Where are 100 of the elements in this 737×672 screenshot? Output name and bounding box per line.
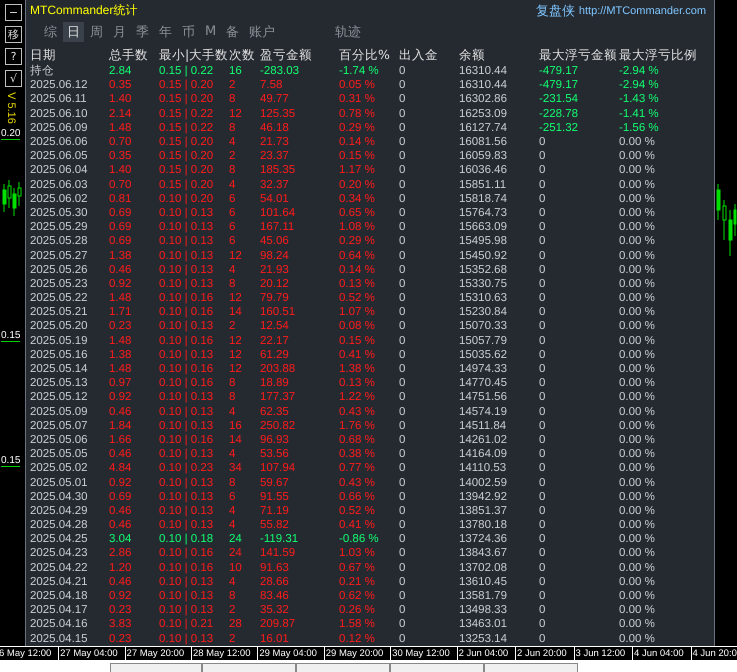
table-cell-text: 15035.62 bbox=[459, 348, 508, 362]
table-cell-text: 18.89 bbox=[260, 376, 290, 390]
table-cell-text: 2025.05.19 bbox=[30, 334, 89, 348]
table-cell-text: 0 bbox=[539, 617, 546, 632]
period-tab[interactable]: 月 bbox=[109, 22, 130, 42]
table-cell-text: 2.84 bbox=[109, 64, 132, 78]
table-cell-text: 2025.04.17 bbox=[30, 603, 89, 618]
table-cell-text: 0.46 bbox=[109, 574, 132, 589]
bottom-tab[interactable] bbox=[390, 663, 484, 672]
bottom-tab[interactable] bbox=[484, 663, 578, 672]
table-cell-text: -0.86 % bbox=[339, 532, 380, 546]
side-button[interactable]: − bbox=[5, 4, 22, 21]
side-button[interactable]: ? bbox=[5, 48, 22, 65]
table-cell-text: 12 bbox=[229, 291, 243, 306]
table-cell-text: 0.10 | 0.16 bbox=[159, 334, 214, 348]
period-tab[interactable]: 轨迹 bbox=[331, 22, 366, 42]
table-cell-text: 54.01 bbox=[260, 192, 290, 206]
table-cell-text: 0.64 % bbox=[339, 248, 376, 263]
table-cell-text: -251.32 bbox=[539, 120, 580, 135]
table-cell-text: 0.00 % bbox=[619, 305, 656, 320]
table-cell-text: 4 bbox=[229, 178, 236, 192]
side-button[interactable]: √ bbox=[5, 70, 22, 87]
period-tab[interactable]: 周 bbox=[86, 22, 107, 42]
table-cell-text: -479.17 bbox=[539, 64, 580, 78]
period-tab[interactable]: 备 bbox=[222, 22, 244, 42]
table-cell-text: 2.86 bbox=[109, 546, 132, 560]
bottom-tab[interactable] bbox=[202, 663, 296, 672]
table-cell-text: 21.93 bbox=[260, 262, 290, 277]
table-cell-text: 0 bbox=[539, 632, 546, 646]
side-button[interactable]: 移 bbox=[5, 26, 22, 43]
table-cell-text: 16 bbox=[229, 418, 243, 433]
period-tab[interactable]: 季 bbox=[132, 22, 153, 42]
table-cell-text: 185.35 bbox=[260, 163, 296, 178]
bottom-tab[interactable] bbox=[110, 663, 202, 672]
table-cell-text: 0.26 % bbox=[339, 603, 376, 618]
table-cell-text: 0.10 | 0.13 bbox=[159, 220, 214, 234]
period-tab[interactable]: 年 bbox=[155, 22, 176, 42]
table-cell-text: 4 bbox=[229, 262, 236, 277]
table-cell-text: 0.46 bbox=[109, 262, 132, 277]
table-cell-text: 0.41 % bbox=[339, 348, 376, 362]
table-cell-text: 0.00 % bbox=[619, 447, 656, 462]
table-cell-text: 91.63 bbox=[260, 560, 290, 575]
table-cell-text: 0.10 | 0.13 bbox=[159, 632, 214, 646]
table-cell-text: 1.22 % bbox=[339, 390, 376, 404]
table-cell-text: 0.15 | 0.22 bbox=[159, 64, 214, 78]
period-tab[interactable]: 综 bbox=[40, 22, 61, 42]
table-cell-text: 1.48 bbox=[109, 334, 132, 348]
table-cell-text: 13463.01 bbox=[459, 617, 508, 632]
table-cell-text: 0.00 % bbox=[619, 348, 656, 362]
table-cell-text: 0.10 | 0.13 bbox=[159, 234, 214, 248]
table-cell-text: 2025.05.20 bbox=[30, 319, 89, 334]
table-cell-text: 0.00 % bbox=[619, 319, 656, 334]
table-cell-text: 1.48 bbox=[109, 362, 132, 376]
table-cell-text: 2025.05.09 bbox=[30, 404, 89, 419]
table-cell-text: 0 bbox=[399, 135, 406, 150]
period-tab[interactable]: M bbox=[201, 23, 220, 40]
table-cell-text: 2.14 bbox=[109, 106, 132, 121]
table-cell-text: 持仓 bbox=[30, 64, 55, 78]
table-cell-text: 2025.04.25 bbox=[30, 532, 89, 546]
table-cell-text: 0 bbox=[539, 348, 546, 362]
column-header: 次数 bbox=[229, 46, 256, 64]
table-cell-text: 2025.04.21 bbox=[30, 574, 89, 589]
table-cell-text: 1.58 % bbox=[339, 617, 376, 632]
table-cell-text: 0.00 % bbox=[619, 262, 656, 277]
table-cell-text: 0 bbox=[399, 504, 406, 518]
bottom-tab[interactable] bbox=[296, 663, 390, 672]
period-tab[interactable]: 日 bbox=[63, 22, 84, 42]
period-tab[interactable]: 币 bbox=[178, 22, 199, 42]
table-cell-text: -479.17 bbox=[539, 78, 580, 92]
table-cell-text: 2025.04.16 bbox=[30, 617, 89, 632]
table-cell-text: 0.00 % bbox=[619, 504, 656, 518]
table-cell-text: 49.77 bbox=[260, 92, 290, 106]
table-cell-text: 8 bbox=[229, 92, 236, 106]
table-cell-text: 0 bbox=[399, 319, 406, 334]
table-cell-text: 0.23 bbox=[109, 632, 132, 646]
table-cell-text: 14751.56 bbox=[459, 390, 508, 404]
table-cell-text: 4.84 bbox=[109, 461, 132, 476]
table-cell-text: 0 bbox=[539, 390, 546, 404]
column-header: 百分比% bbox=[339, 46, 391, 64]
table-cell-text: 2025.05.14 bbox=[30, 362, 89, 376]
table-cell-text: 0.46 bbox=[109, 447, 132, 462]
period-tab[interactable]: 账户 bbox=[245, 22, 280, 42]
table-cell-text: 0.43 % bbox=[339, 476, 376, 490]
table-cell-text: 22.17 bbox=[260, 334, 290, 348]
table-cell-text: 0 bbox=[539, 163, 546, 178]
table-cell-text: 0.52 % bbox=[339, 504, 376, 518]
table-cell-text: 0 bbox=[539, 589, 546, 604]
website-link[interactable]: http://MTCommander.com bbox=[578, 4, 706, 17]
column-header: 最小|大手数 bbox=[159, 46, 229, 64]
table-cell-text: 0.67 % bbox=[339, 560, 376, 575]
table-cell-text: 4 bbox=[229, 574, 236, 589]
table-cell-text: 0.00 % bbox=[619, 404, 656, 419]
table-cell-text: 0.00 % bbox=[619, 248, 656, 263]
table-cell-text: 1.20 bbox=[109, 560, 132, 575]
table-cell-text: 0.10 | 0.13 bbox=[159, 574, 214, 589]
table-cell-text: 15352.68 bbox=[459, 262, 508, 277]
table-cell-text: 0.68 % bbox=[339, 432, 376, 447]
table-cell-text: 0 bbox=[539, 334, 546, 348]
table-cell-text: 0.97 bbox=[109, 376, 132, 390]
table-cell-text: 0.10 | 0.16 bbox=[159, 432, 214, 447]
